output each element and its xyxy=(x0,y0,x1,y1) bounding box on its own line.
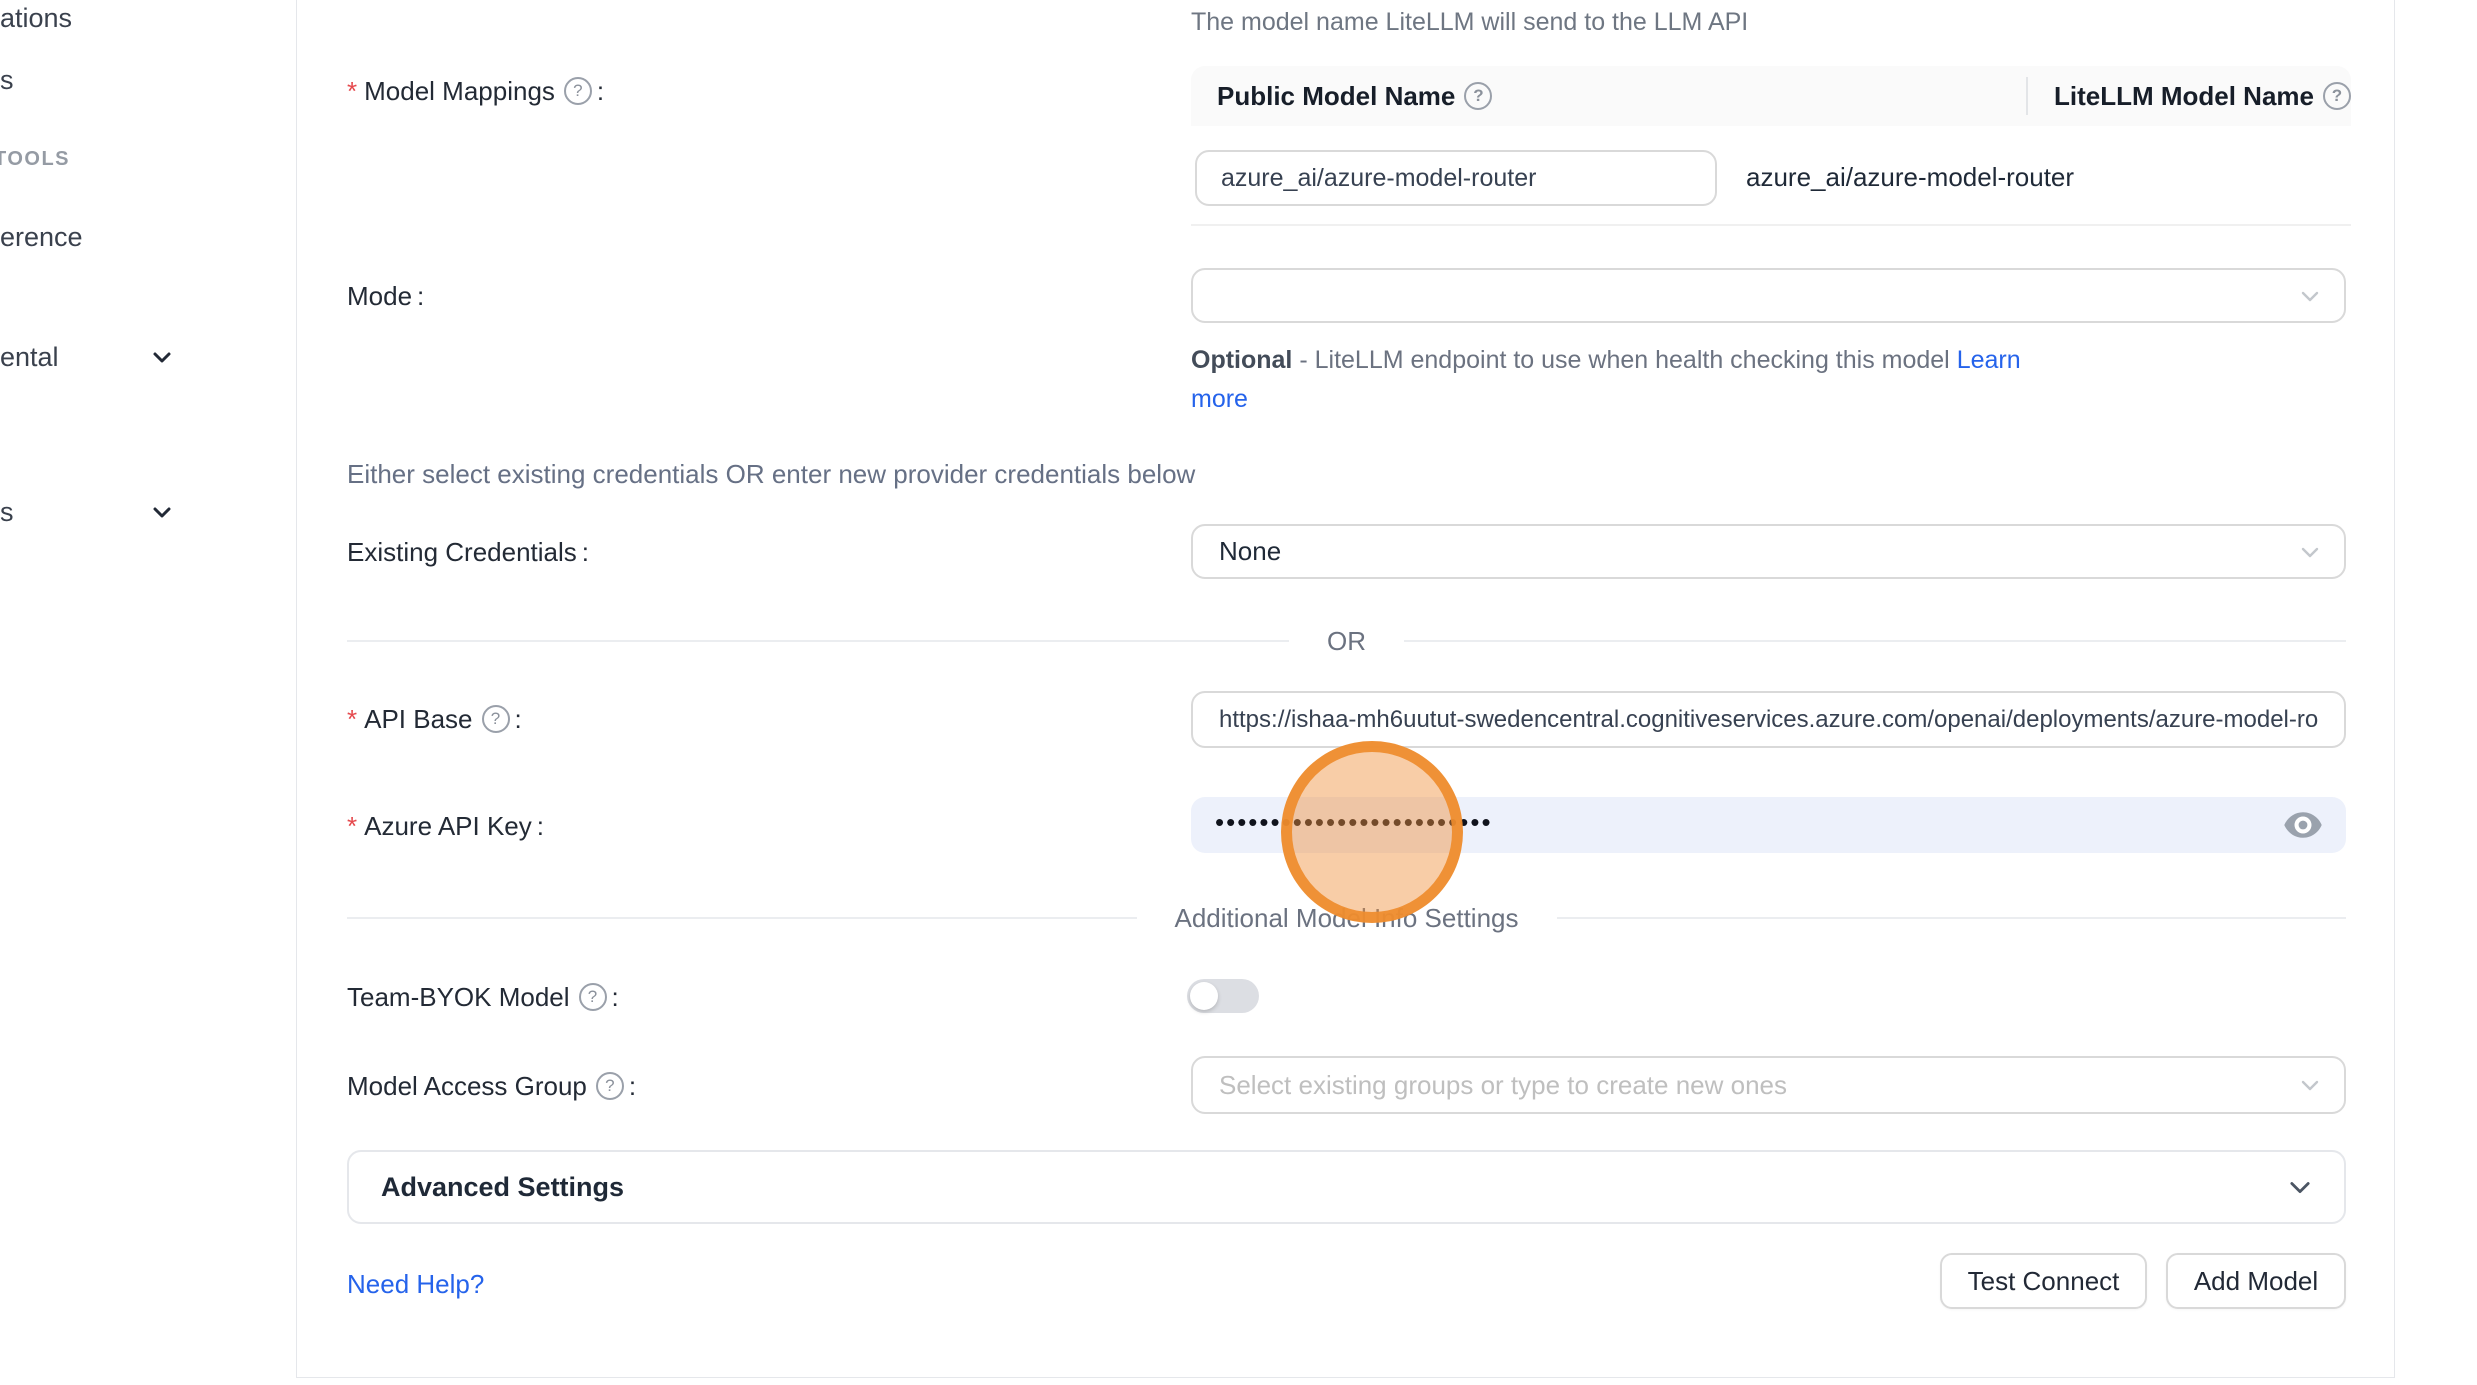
advanced-settings-title: Advanced Settings xyxy=(381,1172,624,1203)
need-help-link[interactable]: Need Help? xyxy=(347,1269,484,1300)
add-model-form-panel: The model name LiteLLM will send to the … xyxy=(296,0,2395,1378)
sidebar: ations s TOOLS erence ental s xyxy=(0,0,296,1385)
sidebar-item-ental[interactable]: ental xyxy=(0,341,59,373)
test-connect-button[interactable]: Test Connect xyxy=(1940,1253,2147,1309)
mode-label: Mode : xyxy=(347,281,424,311)
chevron-down-icon xyxy=(150,345,174,369)
chevron-down-icon xyxy=(2286,1173,2314,1201)
add-model-screen: ations s TOOLS erence ental s The model … xyxy=(0,0,2477,1385)
model-access-group-label: Model Access Group ? : xyxy=(347,1071,636,1101)
or-divider-label: OR xyxy=(1327,626,1366,657)
required-asterisk: * xyxy=(347,811,357,841)
sidebar-item-ations[interactable]: ations xyxy=(0,2,72,34)
sidebar-item-label: erence xyxy=(0,222,83,253)
team-byok-label: Team-BYOK Model ? : xyxy=(347,982,619,1012)
required-asterisk: * xyxy=(347,704,357,734)
chevron-down-icon xyxy=(2298,1073,2322,1097)
masked-api-key-value: ••••••••••••••••••••••••• xyxy=(1215,807,1493,838)
chevron-down-icon xyxy=(2298,284,2322,308)
model-access-group-select[interactable]: Select existing groups or type to create… xyxy=(1191,1056,2346,1114)
header-cell-public-model-name: Public Model Name ? xyxy=(1191,81,2026,112)
sidebar-item-s2[interactable]: s xyxy=(0,496,14,528)
model-name-hint: The model name LiteLLM will send to the … xyxy=(1191,8,1748,37)
help-icon[interactable]: ? xyxy=(564,77,592,105)
sidebar-item-label: s xyxy=(0,497,14,528)
or-divider: OR xyxy=(347,627,2346,655)
additional-settings-divider-label: Additional Model Info Settings xyxy=(1175,903,1519,934)
api-base-input[interactable]: https://ishaa-mh6uutut-swedencentral.cog… xyxy=(1191,691,2346,748)
sidebar-item-label: ations xyxy=(0,3,72,34)
chevron-down-icon xyxy=(150,500,174,524)
help-icon[interactable]: ? xyxy=(596,1072,624,1100)
sidebar-item-s1[interactable]: s xyxy=(0,64,14,96)
mode-help-text: Optional - LiteLLM endpoint to use when … xyxy=(1191,341,2021,419)
model-mappings-label: * Model Mappings ? : xyxy=(347,76,604,106)
help-icon[interactable]: ? xyxy=(482,705,510,733)
team-byok-toggle[interactable] xyxy=(1187,979,1259,1013)
chevron-down-icon xyxy=(2298,540,2322,564)
sidebar-item-label: s xyxy=(0,65,14,96)
header-cell-litellm-model-name: LiteLLM Model Name ? xyxy=(2028,81,2351,112)
help-icon[interactable]: ? xyxy=(2323,82,2351,110)
eye-icon[interactable] xyxy=(2282,808,2324,842)
credentials-note: Either select existing credentials OR en… xyxy=(347,459,1195,490)
help-icon[interactable]: ? xyxy=(1464,82,1492,110)
model-mappings-table-row: azure_ai/azure-model-router azure_ai/azu… xyxy=(1191,126,2351,226)
public-model-name-input[interactable]: azure_ai/azure-model-router xyxy=(1195,150,1717,206)
sidebar-item-erence[interactable]: erence xyxy=(0,221,83,253)
sidebar-section-tools: TOOLS xyxy=(0,148,70,171)
azure-api-key-label: * Azure API Key : xyxy=(347,811,544,841)
model-mappings-table-header: Public Model Name ? LiteLLM Model Name ? xyxy=(1191,66,2351,126)
api-base-label: * API Base ? : xyxy=(347,704,522,734)
help-icon[interactable]: ? xyxy=(579,983,607,1011)
required-asterisk: * xyxy=(347,76,357,106)
mode-select[interactable] xyxy=(1191,268,2346,323)
toggle-knob xyxy=(1190,982,1218,1010)
azure-api-key-input[interactable]: ••••••••••••••••••••••••• xyxy=(1191,797,2346,853)
sidebar-item-label: ental xyxy=(0,342,59,373)
add-model-button[interactable]: Add Model xyxy=(2166,1253,2346,1309)
advanced-settings-panel[interactable]: Advanced Settings xyxy=(347,1150,2346,1224)
sidebar-section-label: TOOLS xyxy=(0,148,70,170)
existing-credentials-select[interactable]: None xyxy=(1191,524,2346,579)
litellm-model-name-value: azure_ai/azure-model-router xyxy=(1746,162,2074,193)
additional-settings-divider: Additional Model Info Settings xyxy=(347,904,2346,932)
existing-credentials-label: Existing Credentials : xyxy=(347,537,589,567)
